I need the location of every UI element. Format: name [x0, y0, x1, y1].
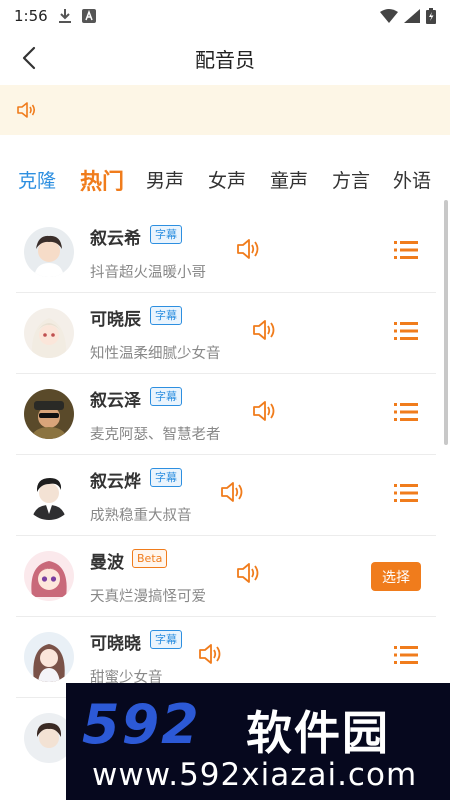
signal-icon — [404, 9, 420, 23]
voice-row[interactable]: 叙云泽 字幕 麦克阿瑟、智慧老者 — [16, 374, 436, 455]
voice-row[interactable]: 叙云烨 字幕 成熟稳重大叔音 — [16, 455, 436, 536]
title-bar: 配音员 — [0, 32, 450, 84]
page-title: 配音员 — [195, 47, 255, 72]
voice-description: 抖音超火温暖小哥 — [90, 265, 206, 281]
voice-name: 可晓晓 — [90, 634, 141, 654]
voice-description: 成熟稳重大叔音 — [90, 508, 192, 524]
play-voice-icon[interactable] — [220, 481, 246, 503]
avatar — [24, 632, 74, 682]
subtitle-badge: 字幕 — [150, 225, 182, 244]
options-menu-icon[interactable] — [394, 240, 418, 260]
voice-description: 知性温柔细腻少女音 — [90, 346, 221, 362]
back-button[interactable] — [14, 42, 44, 74]
subtitle-badge: 字幕 — [150, 387, 182, 406]
tab-female[interactable]: 女声 — [208, 166, 246, 193]
back-arrow-icon — [22, 46, 36, 70]
speaker-notice-icon — [17, 102, 36, 118]
category-tabs: 克隆 热门 男声 女声 童声 方言 外语 — [0, 160, 450, 200]
options-menu-icon[interactable] — [394, 483, 418, 503]
watermark-overlay: 592 软件园 www.592xiazai.com — [66, 683, 450, 800]
voice-name: 叙云泽 — [90, 391, 141, 411]
options-menu-icon[interactable] — [394, 645, 418, 665]
play-voice-icon[interactable] — [198, 643, 224, 665]
play-voice-icon[interactable] — [252, 400, 278, 422]
avatar — [24, 470, 74, 520]
watermark-logo: 592 — [82, 693, 201, 756]
tab-clone[interactable]: 克隆 — [18, 166, 56, 193]
voice-description: 天真烂漫搞怪可爱 — [90, 589, 206, 605]
voice-row[interactable]: 叙云希 字幕 抖音超火温暖小哥 — [16, 212, 436, 293]
subtitle-badge: 字幕 — [150, 630, 182, 649]
voice-name: 叙云希 — [90, 229, 141, 249]
voice-row[interactable]: 曼波 Beta 天真烂漫搞怪可爱 选择 — [16, 536, 436, 617]
watermark-url: www.592xiazai.com — [92, 757, 418, 793]
voice-description: 麦克阿瑟、智慧老者 — [90, 427, 221, 443]
tab-dialect[interactable]: 方言 — [332, 166, 370, 193]
select-button[interactable]: 选择 — [371, 562, 421, 591]
voice-name: 可晓辰 — [90, 310, 141, 330]
play-voice-icon[interactable] — [252, 319, 278, 341]
battery-icon — [426, 8, 436, 24]
tab-male[interactable]: 男声 — [146, 166, 184, 193]
play-voice-icon[interactable] — [236, 562, 262, 584]
voice-row[interactable]: 可晓辰 字幕 知性温柔细腻少女音 — [16, 293, 436, 374]
subtitle-badge: 字幕 — [150, 468, 182, 487]
avatar — [24, 551, 74, 601]
voice-name: 叙云烨 — [90, 472, 141, 492]
voice-name: 曼波 — [90, 553, 124, 573]
play-voice-icon[interactable] — [236, 238, 262, 260]
tab-hot[interactable]: 热门 — [80, 164, 124, 196]
download-icon — [58, 9, 71, 23]
wifi-icon — [380, 9, 398, 23]
app-a-icon — [81, 9, 96, 23]
watermark-name: 软件园 — [246, 706, 390, 760]
status-bar: 1:56 — [0, 0, 450, 32]
options-menu-icon[interactable] — [394, 321, 418, 341]
tab-foreign[interactable]: 外语 — [393, 166, 431, 193]
avatar — [24, 227, 74, 277]
tab-child[interactable]: 童声 — [270, 166, 308, 193]
notice-bar — [0, 85, 450, 135]
scrollbar[interactable] — [444, 200, 448, 445]
options-menu-icon[interactable] — [394, 402, 418, 422]
avatar — [24, 308, 74, 358]
status-time: 1:56 — [14, 7, 48, 25]
subtitle-badge: 字幕 — [150, 306, 182, 325]
avatar — [24, 389, 74, 439]
beta-badge: Beta — [132, 549, 168, 568]
